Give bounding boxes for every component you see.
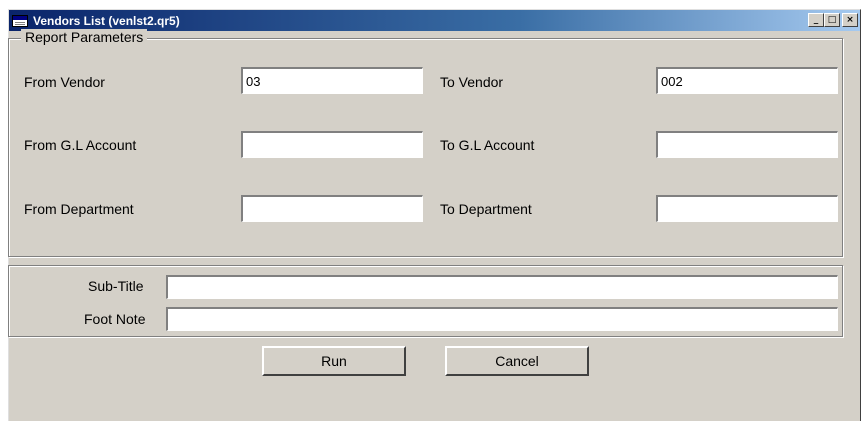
from-gl-account-label: From G.L Account [24,137,137,153]
minimize-button[interactable]: _ [808,13,824,27]
window-controls: _ □ × [808,13,858,27]
to-department-label: To Department [440,201,532,217]
window-title: Vendors List (venlst2.qr5) [33,13,180,28]
close-button[interactable]: × [842,13,858,27]
to-department-field[interactable] [656,195,838,222]
subtitle-label: Sub-Title [88,278,144,294]
title-bar[interactable]: Vendors List (venlst2.qr5) _ □ × [9,10,860,31]
app-window-icon [12,14,28,27]
from-gl-account-field[interactable] [241,131,423,158]
from-vendor-field[interactable] [241,67,423,94]
run-button[interactable]: Run [262,346,406,376]
from-vendor-label: From Vendor [24,74,105,90]
from-department-label: From Department [24,201,134,217]
footnote-field[interactable] [166,307,838,331]
subtitle-field[interactable] [166,275,838,299]
to-vendor-field[interactable] [656,67,838,94]
to-vendor-label: To Vendor [440,74,504,90]
maximize-button[interactable]: □ [824,13,840,27]
cancel-button[interactable]: Cancel [445,346,589,376]
from-department-field[interactable] [241,195,423,222]
to-gl-account-label: To G.L Account [440,137,535,153]
report-parameters-title: Report Parameters [21,29,148,45]
to-gl-account-field[interactable] [656,131,838,158]
footnote-label: Foot Note [84,311,146,327]
